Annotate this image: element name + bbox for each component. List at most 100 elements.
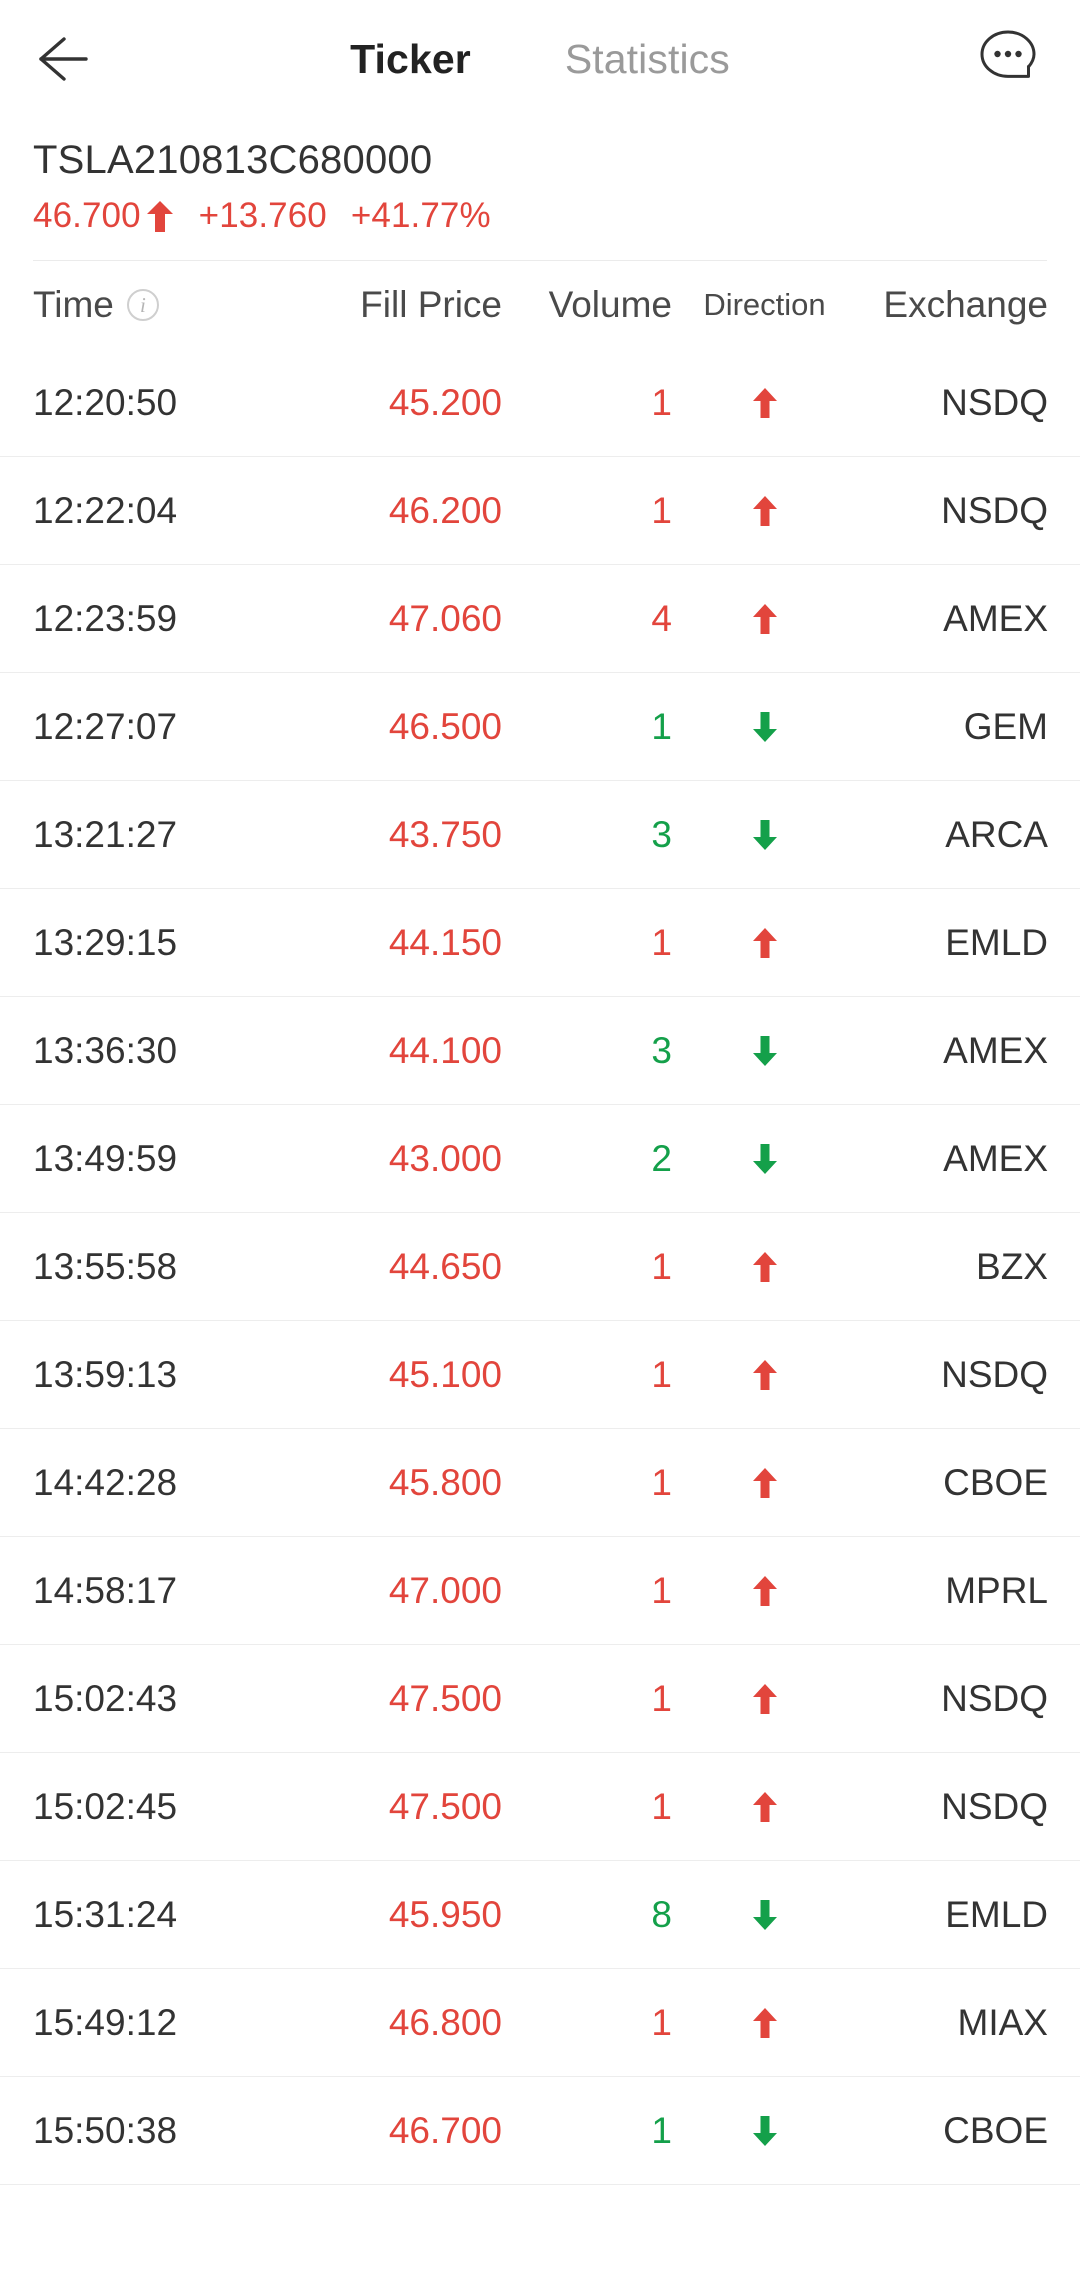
cell-fill-price: 43.000: [388, 1138, 502, 1179]
table-row[interactable]: 15:31:24 45.950 8 EMLD: [0, 1861, 1080, 1969]
header-cell-fill-price: Fill Price: [360, 284, 502, 325]
cell-volume: 1: [651, 1786, 672, 1827]
info-icon[interactable]: i: [126, 289, 159, 321]
arrow-up-icon: [752, 928, 777, 958]
cell-time: 13:55:58: [33, 1246, 178, 1287]
arrow-up-icon: [752, 1576, 777, 1606]
cell-time: 12:23:59: [33, 598, 178, 639]
cell-exchange: GEM: [963, 706, 1048, 747]
arrow-up-icon: [752, 1792, 777, 1822]
cell-time: 15:49:12: [33, 2002, 178, 2043]
cell-fill-price: 45.200: [388, 382, 502, 423]
ticker-symbol: TSLA210813C680000: [33, 138, 433, 182]
cell-volume: 1: [651, 1678, 672, 1719]
table-row[interactable]: 12:22:04 46.200 1 NSDQ: [0, 457, 1080, 565]
cell-volume: 2: [651, 1138, 672, 1179]
trade-ticker-table: Time i Fill Price Volume Direction Excha…: [0, 261, 1080, 2185]
cell-fill-price: 43.750: [388, 814, 502, 855]
tab-ticker[interactable]: Ticker: [350, 36, 471, 83]
table-row[interactable]: 13:55:58 44.650 1 BZX: [0, 1213, 1080, 1321]
arrow-up-icon: [752, 604, 777, 634]
cell-volume: 3: [651, 814, 672, 855]
cell-direction: [672, 1036, 857, 1066]
cell-time: 15:50:38: [33, 2110, 178, 2151]
table-row[interactable]: 13:36:30 44.100 3 AMEX: [0, 997, 1080, 1105]
arrow-up-icon: [752, 1252, 777, 1282]
more-options-button[interactable]: [970, 21, 1046, 97]
arrow-down-icon: [752, 2116, 777, 2146]
arrow-down-icon: [752, 1144, 777, 1174]
arrow-up-icon: [752, 1360, 777, 1390]
table-row[interactable]: 12:23:59 47.060 4 AMEX: [0, 565, 1080, 673]
arrow-up-icon: [752, 1468, 777, 1498]
cell-volume: 4: [651, 598, 672, 639]
cell-time: 13:36:30: [33, 1030, 178, 1071]
arrow-left-icon: [34, 33, 98, 85]
tab-statistics[interactable]: Statistics: [565, 36, 730, 83]
cell-direction: [672, 1900, 857, 1930]
table-row[interactable]: 15:02:43 47.500 1 NSDQ: [0, 1645, 1080, 1753]
table-row[interactable]: 15:50:38 46.700 1 CBOE: [0, 2077, 1080, 2185]
header-cell-direction: Direction: [703, 287, 826, 322]
table-row[interactable]: 14:58:17 47.000 1 MPRL: [0, 1537, 1080, 1645]
cell-time: 13:59:13: [33, 1354, 178, 1395]
cell-volume: 1: [651, 706, 672, 747]
table-row[interactable]: 13:49:59 43.000 2 AMEX: [0, 1105, 1080, 1213]
arrow-down-icon: [752, 820, 777, 850]
cell-time: 12:27:07: [33, 706, 178, 747]
cell-fill-price: 44.150: [388, 922, 502, 963]
ticker-change-percent: +41.77%: [350, 196, 491, 235]
cell-exchange: ARCA: [945, 814, 1048, 855]
cell-direction: [672, 2008, 857, 2038]
cell-volume: 1: [651, 2110, 672, 2151]
table-row[interactable]: 13:29:15 44.150 1 EMLD: [0, 889, 1080, 997]
header-cell-time: Time i: [0, 284, 295, 326]
cell-direction: [672, 1360, 857, 1390]
table-row[interactable]: 13:21:27 43.750 3 ARCA: [0, 781, 1080, 889]
cell-direction: [672, 604, 857, 634]
cell-exchange: AMEX: [943, 598, 1048, 639]
cell-exchange: NSDQ: [941, 1354, 1048, 1395]
table-row[interactable]: 12:20:50 45.200 1 NSDQ: [0, 349, 1080, 457]
cell-time: 13:29:15: [33, 922, 178, 963]
cell-exchange: MPRL: [945, 1570, 1048, 1611]
arrow-down-icon: [752, 1900, 777, 1930]
ticker-quote-row: 46.700 +13.760 +41.77%: [33, 198, 1047, 233]
ticker-change-value: +13.760: [198, 196, 327, 235]
cell-direction: [672, 928, 857, 958]
cell-fill-price: 46.200: [388, 490, 502, 531]
cell-volume: 3: [651, 1030, 672, 1071]
arrow-down-icon: [752, 712, 777, 742]
cell-direction: [672, 1252, 857, 1282]
cell-exchange: NSDQ: [941, 490, 1048, 531]
cell-exchange: EMLD: [945, 922, 1048, 963]
cell-direction: [672, 1684, 857, 1714]
back-button[interactable]: [34, 22, 108, 96]
cell-exchange: CBOE: [943, 2110, 1048, 2151]
cell-exchange: EMLD: [945, 1894, 1048, 1935]
cell-fill-price: 46.700: [388, 2110, 502, 2151]
cell-exchange: BZX: [976, 1246, 1048, 1287]
cell-volume: 1: [651, 922, 672, 963]
table-row[interactable]: 15:02:45 47.500 1 NSDQ: [0, 1753, 1080, 1861]
cell-fill-price: 44.650: [388, 1246, 502, 1287]
header-label-time: Time: [33, 284, 114, 325]
cell-fill-price: 45.100: [388, 1354, 502, 1395]
cell-direction: [672, 1576, 857, 1606]
cell-volume: 1: [651, 490, 672, 531]
arrow-up-icon: [752, 1684, 777, 1714]
table-row[interactable]: 15:49:12 46.800 1 MIAX: [0, 1969, 1080, 2077]
cell-fill-price: 47.500: [388, 1678, 502, 1719]
cell-time: 12:22:04: [33, 490, 178, 531]
cell-fill-price: 47.000: [388, 1570, 502, 1611]
cell-exchange: NSDQ: [941, 382, 1048, 423]
table-row[interactable]: 13:59:13 45.100 1 NSDQ: [0, 1321, 1080, 1429]
table-row[interactable]: 14:42:28 45.800 1 CBOE: [0, 1429, 1080, 1537]
cell-exchange: NSDQ: [941, 1786, 1048, 1827]
cell-time: 15:31:24: [33, 1894, 178, 1935]
cell-fill-price: 46.800: [388, 2002, 502, 2043]
cell-time: 13:49:59: [33, 1138, 178, 1179]
table-row[interactable]: 12:27:07 46.500 1 GEM: [0, 673, 1080, 781]
cell-volume: 8: [651, 1894, 672, 1935]
cell-exchange: AMEX: [943, 1030, 1048, 1071]
